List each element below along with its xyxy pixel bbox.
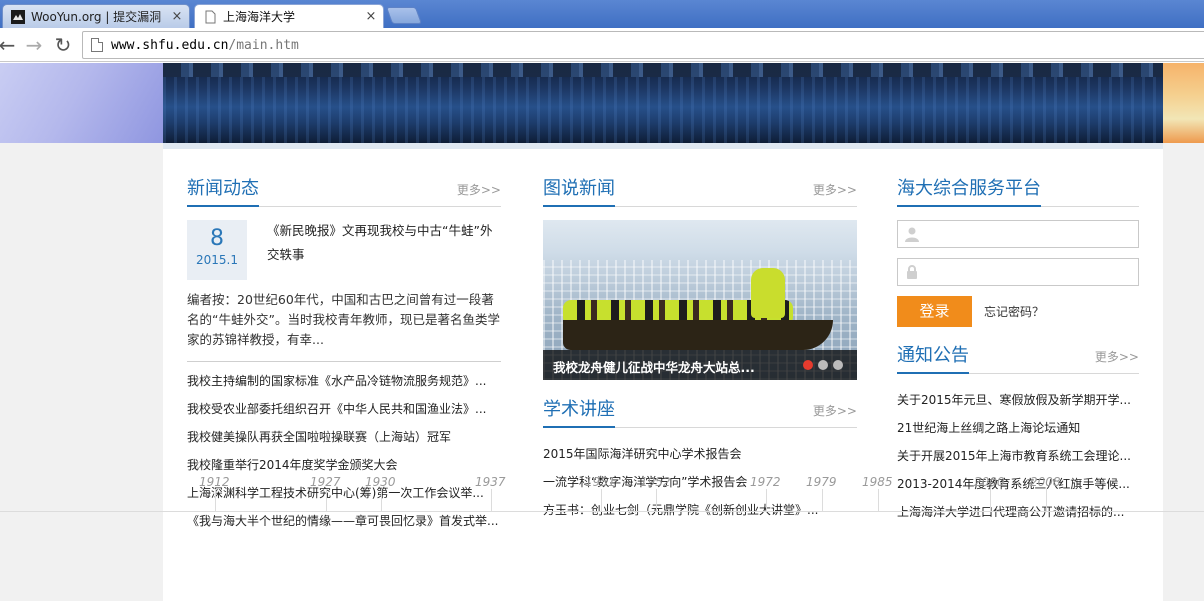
wooyun-favicon-icon [11,9,25,24]
close-icon[interactable]: × [363,9,379,24]
timeline-year[interactable]: 1930 [365,475,396,489]
section-header: 学术讲座 更多>> [543,395,857,428]
timeline-year[interactable]: 1927 [310,475,341,489]
section-title: 新闻动态 [187,178,259,207]
banner-right-decoration [1163,63,1204,143]
photo-news-carousel[interactable]: 我校龙舟健儿征战中华龙舟大站总... [543,220,857,380]
page-icon [91,38,103,52]
section-title: 海大综合服务平台 [897,178,1041,207]
tab-wooyun[interactable]: WooYun.org | 提交漏洞 × [2,4,190,28]
url-text: www.shfu.edu.cn/main.htm [111,37,299,53]
timeline-year[interactable]: 1985 [862,475,893,489]
reload-button[interactable]: ↻ [52,34,74,56]
section-title: 通知公告 [897,345,969,374]
browser-tab-strip: WooYun.org | 提交漏洞 × 上海海洋大学 × [0,0,1204,28]
username-field[interactable] [897,220,1139,248]
date-badge: 8 2015.1 [187,220,247,280]
timeline-year[interactable]: 1912 [199,475,230,489]
news-section: 新闻动态 更多>> 8 2015.1 《新民晚报》文再现我校与中古“牛蛙”外交轶… [187,149,501,528]
dragon-boat-drummer [751,268,785,318]
section-title: 学术讲座 [543,399,615,428]
address-bar[interactable]: www.shfu.edu.cn/main.htm [82,31,1204,59]
timeline-year[interactable]: 1952 [640,475,671,489]
tab-title: 上海海洋大学 [223,10,296,24]
login-button[interactable]: 登录 [897,296,972,327]
timeline-year[interactable]: 2008 [1030,475,1061,489]
more-link[interactable]: 更多>> [1095,348,1139,365]
section-header: 图说新闻 更多>> [543,174,857,207]
lead-news-excerpt: 编者按：20世纪60年代，中国和古巴之间曾有过一段著名的“牛蛙外交”。当时我校青… [187,292,500,347]
carousel-dot[interactable] [803,360,813,370]
web-page: 新闻动态 更多>> 8 2015.1 《新民晚报》文再现我校与中古“牛蛙”外交轶… [0,63,1204,601]
lead-news-title[interactable]: 《新民晚报》文再现我校与中古“牛蛙”外交轶事 [267,219,501,267]
banner-left-decoration [0,63,163,143]
main-content: 新闻动态 更多>> 8 2015.1 《新民晚报》文再现我校与中古“牛蛙”外交轶… [163,149,1163,601]
carousel-caption[interactable]: 我校龙舟健儿征战中华龙舟大站总... [553,357,755,376]
dragon-boat [563,320,833,350]
more-link[interactable]: 更多>> [813,402,857,419]
tab-shfu[interactable]: 上海海洋大学 × [194,4,384,28]
new-tab-button[interactable] [385,7,423,24]
carousel-dot[interactable] [833,360,843,370]
timeline-year[interactable]: 1979 [806,475,837,489]
divider [187,361,501,362]
list-item[interactable]: 我校主持编制的国家标准《水产品冷链物流服务规范》... [187,367,501,395]
history-timeline: 1912 1927 1930 1937 1951 1952 1972 1979 … [0,461,1204,515]
banner-photo [163,63,1163,143]
more-link[interactable]: 更多>> [457,181,501,198]
section-header: 新闻动态 更多>> [187,174,501,207]
carousel-dot[interactable] [818,360,828,370]
list-item[interactable]: 关于2015年元旦、寒假放假及新学期开学... [897,386,1139,414]
timeline-year[interactable]: 2000 [974,475,1005,489]
forgot-password-link[interactable]: 忘记密码？ [984,303,1044,320]
list-item[interactable]: 我校受农业部委托组织召开《中华人民共和国渔业法》... [187,395,501,423]
carousel-dots [803,360,843,370]
list-item[interactable]: 我校健美操队再获全国啦啦操联赛（上海站）冠军 [187,423,501,451]
browser-toolbar: ← → ↻ www.shfu.edu.cn/main.htm [0,28,1204,62]
service-section: 海大综合服务平台 登录 忘记密码？ 通知公告 更多>> 关于2015年元旦、寒假… [897,149,1139,519]
section-header: 通知公告 更多>> [897,341,1139,374]
lock-icon [904,264,920,280]
page-favicon-icon [205,10,216,23]
section-title: 图说新闻 [543,178,615,207]
timeline-year[interactable]: 1951 [585,475,616,489]
user-icon [904,226,920,242]
close-icon[interactable]: × [169,9,185,24]
photo-news-section: 图说新闻 更多>> 我校龙舟健儿征战中华龙舟大站总... 学术讲座 更多>> 2… [543,149,857,517]
list-item[interactable]: 21世纪海上丝绸之路上海论坛通知 [897,414,1139,442]
timeline-year[interactable]: 1937 [475,475,506,489]
carousel-caption-bar: 我校龙舟健儿征战中华龙舟大站总... [543,350,857,380]
timeline-year[interactable]: 1972 [750,475,781,489]
banner [0,63,1204,143]
forward-button[interactable]: → [23,34,45,56]
section-header: 海大综合服务平台 [897,174,1139,207]
more-link[interactable]: 更多>> [813,181,857,198]
password-field[interactable] [897,258,1139,286]
back-button[interactable]: ← [0,34,18,56]
date-day: 8 [210,226,224,251]
date-year-month: 2015.1 [196,253,238,267]
tab-title: WooYun.org | 提交漏洞 [31,10,162,24]
